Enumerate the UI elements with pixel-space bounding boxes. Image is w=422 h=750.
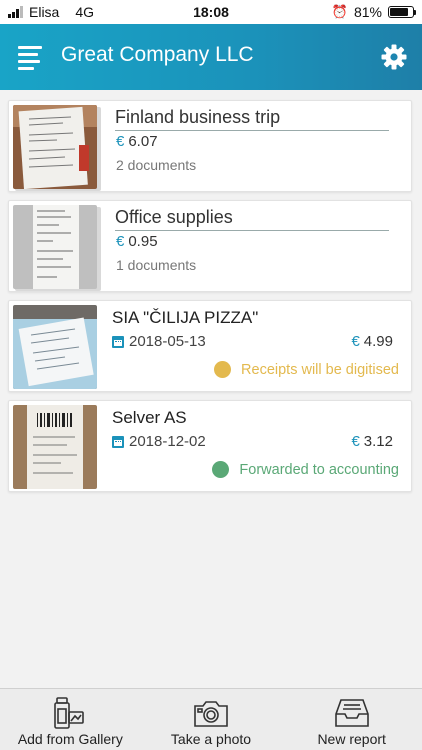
- amount-value: 4.99: [363, 333, 393, 350]
- receipt-amount: €4.99: [351, 333, 393, 350]
- status-dot-icon: [212, 461, 230, 478]
- status-bar: Elisa 4G 18:08 ⏰ 81%: [0, 0, 422, 24]
- divider: [115, 230, 389, 231]
- hamburger-menu-icon: [18, 46, 42, 49]
- amount-value: 3.12: [363, 433, 393, 450]
- battery-label: 81%: [353, 4, 382, 20]
- status-text: Receipts will be digitised: [241, 361, 399, 378]
- receipt-thumbnail: [13, 305, 97, 389]
- euro-icon: €: [351, 433, 360, 450]
- status-right: ⏰ 81%: [331, 4, 416, 20]
- inbox-tray-icon: [334, 699, 369, 727]
- company-title: Great Company LLC: [61, 43, 254, 66]
- euro-icon: €: [116, 233, 125, 250]
- receipt-amount: €3.12: [351, 433, 393, 450]
- bottom-toolbar: Add from Gallery Take a photo New report: [0, 688, 422, 750]
- amount-value: 6.07: [128, 133, 158, 150]
- receipt-status: Forwarded to accounting: [212, 461, 399, 478]
- app-header: Great Company LLC: [0, 24, 422, 90]
- merchant-name: SIA "ČILIJA PIZZA": [112, 308, 259, 327]
- receipt-date: 2018-12-02: [129, 433, 206, 450]
- take-photo-button[interactable]: Take a photo: [141, 689, 282, 750]
- add-from-gallery-button[interactable]: Add from Gallery: [0, 689, 141, 750]
- report-card-office-supplies[interactable]: Office supplies €0.95 1 documents: [8, 200, 412, 292]
- tab-label: Take a photo: [170, 731, 252, 747]
- receipt-thumbnail: [13, 105, 97, 189]
- merchant-name: Selver AS: [112, 408, 187, 427]
- battery-icon: [388, 6, 416, 18]
- receipt-date: 2018-05-13: [129, 333, 206, 350]
- report-title: Finland business trip: [115, 107, 281, 127]
- menu-button[interactable]: [18, 46, 42, 70]
- tab-label: New report: [317, 731, 386, 747]
- document-count: 1 documents: [116, 257, 197, 273]
- calendar-icon: [112, 435, 124, 448]
- receipt-card-cilija-pizza[interactable]: SIA "ČILIJA PIZZA" 2018-05-13 €4.99 Rece…: [8, 300, 412, 392]
- calendar-icon: [112, 335, 124, 348]
- receipt-date-row: 2018-12-02: [112, 433, 206, 450]
- divider: [115, 130, 389, 131]
- settings-button[interactable]: [380, 43, 408, 71]
- report-title: Office supplies: [115, 207, 233, 227]
- report-card-finland[interactable]: Finland business trip €6.07 2 documents: [8, 100, 412, 192]
- report-amount: €6.07: [116, 133, 158, 150]
- euro-icon: €: [116, 133, 125, 150]
- receipt-thumbnail: [13, 405, 97, 489]
- gear-icon: [381, 44, 407, 70]
- report-amount: €0.95: [116, 233, 158, 250]
- receipt-date-row: 2018-05-13: [112, 333, 206, 350]
- euro-icon: €: [351, 333, 360, 350]
- status-text: Forwarded to accounting: [239, 461, 399, 478]
- camera-icon: [194, 701, 228, 727]
- status-dot-icon: [214, 361, 232, 378]
- battery-fill: [390, 8, 408, 16]
- gallery-icon: [54, 697, 85, 729]
- receipt-card-selver[interactable]: Selver AS 2018-12-02 €3.12 Forwarded to …: [8, 400, 412, 492]
- receipt-status: Receipts will be digitised: [214, 361, 399, 378]
- alarm-icon: ⏰: [331, 4, 348, 19]
- new-report-button[interactable]: New report: [281, 689, 422, 750]
- receipt-thumbnail: [13, 205, 97, 289]
- amount-value: 0.95: [128, 233, 158, 250]
- document-count: 2 documents: [116, 157, 197, 173]
- tab-label: Add from Gallery: [17, 731, 123, 747]
